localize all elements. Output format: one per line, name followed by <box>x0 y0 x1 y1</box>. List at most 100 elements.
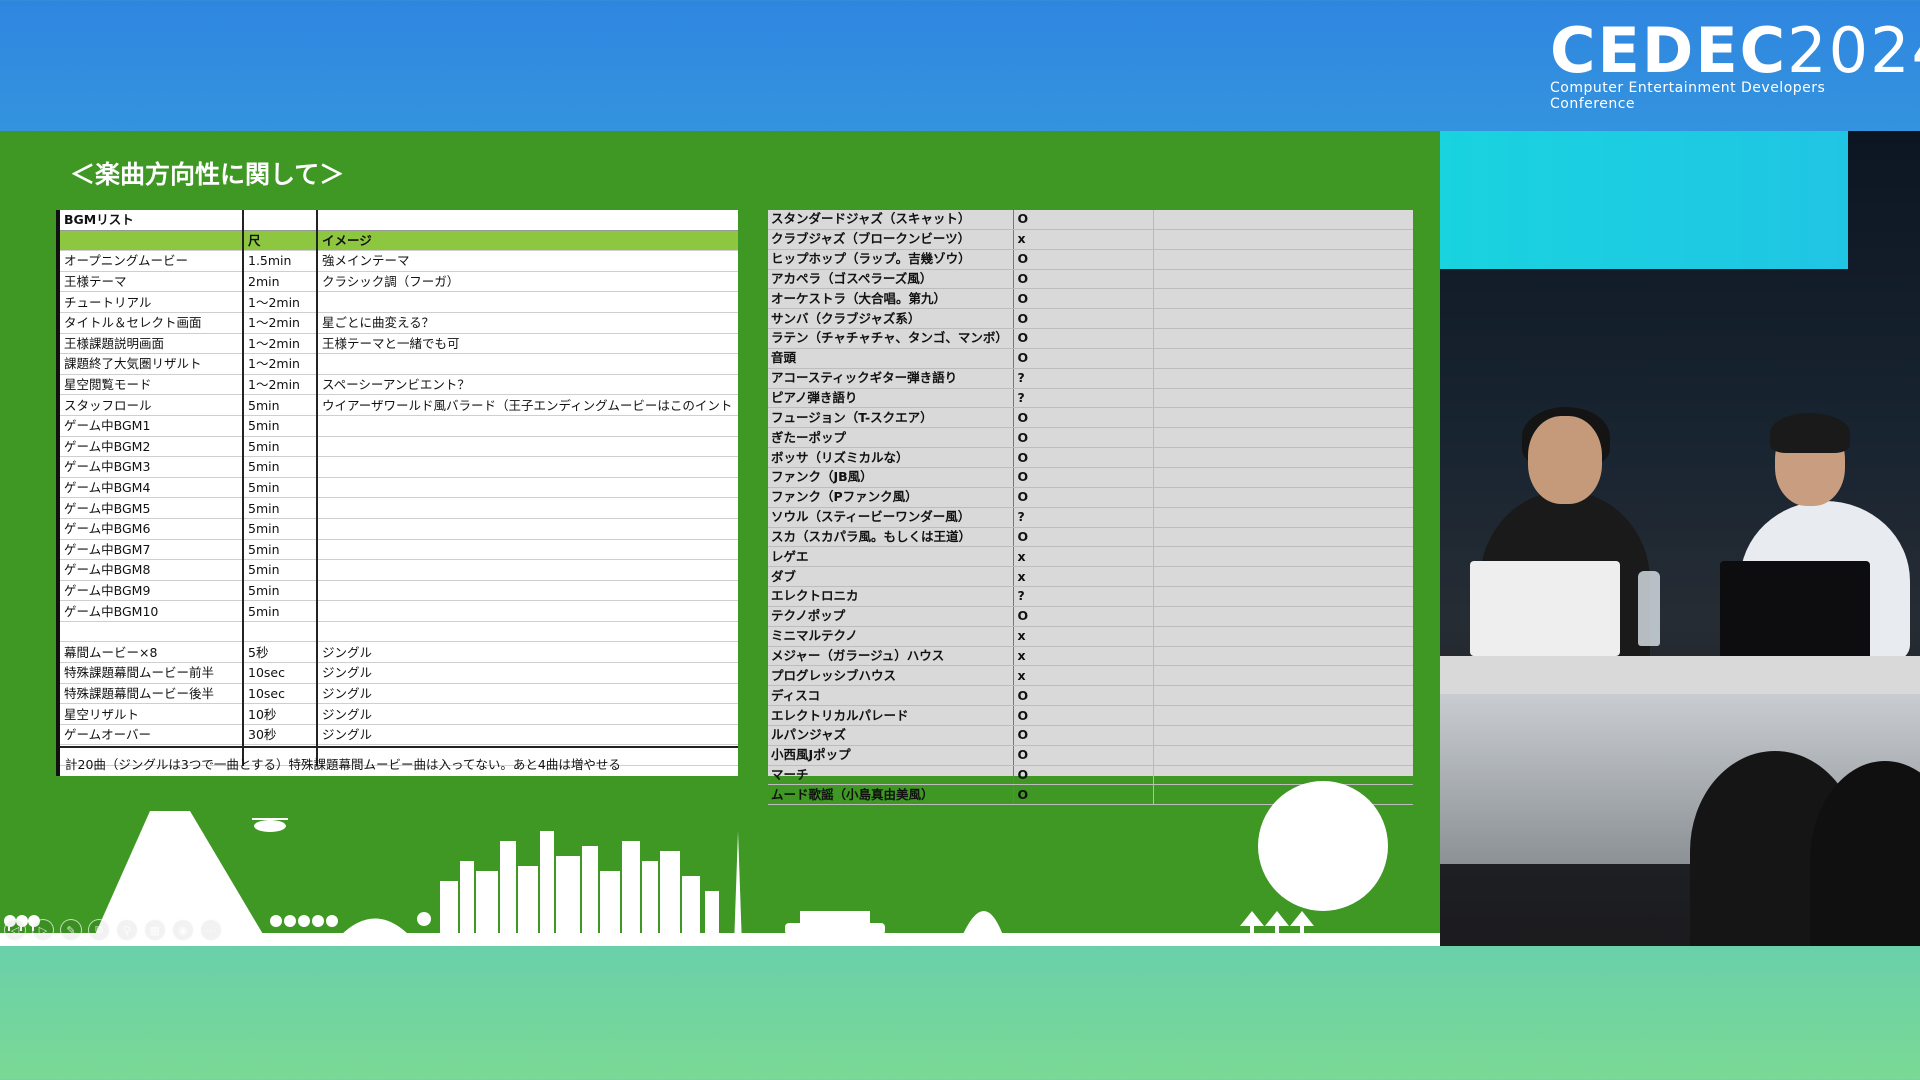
table-row: 星空閲覧モード 1〜2min スペーシーアンビエント？ <box>60 374 738 396</box>
song-name-cell: スタッフロール <box>60 394 243 416</box>
genre-mark-cell: O <box>1012 210 1153 230</box>
genre-name-cell: ファンク（JB風） <box>768 467 1013 488</box>
genre-name-cell: スタンダードジャズ（スキャット） <box>768 210 1013 230</box>
genre-mark-cell: x <box>1012 665 1153 687</box>
table-row: クラブジャズ（ブロークンビーツ） x <box>768 229 1413 250</box>
table-row: ゲーム中BGM1 5min <box>60 415 738 437</box>
song-name-cell: 星空閲覧モード <box>60 374 243 396</box>
table-row: レゲエ x <box>768 546 1413 568</box>
table-row: 特殊課題幕間ムービー後半 10sec ジングル <box>60 683 738 705</box>
table-row: 星空リザルト 10秒 ジングル <box>60 703 738 725</box>
genre-name-cell: 音頭 <box>768 348 1013 369</box>
table-row: スカ（スカパラ風。もしくは王道） O <box>768 527 1413 548</box>
image-cell: 星ごとに曲変える？ <box>316 312 738 334</box>
genre-name-cell: ダブ <box>768 566 1013 588</box>
genre-name-cell: ルパンジャズ <box>768 725 1013 746</box>
image-cell <box>316 436 738 458</box>
image-cell <box>316 291 738 313</box>
table-row: テクノポップ O <box>768 606 1413 627</box>
genre-mark-cell: ? <box>1012 368 1153 389</box>
cedec-logo: CEDEC2024 Computer Entertainment Develop… <box>1550 14 1920 113</box>
table-row: ゲームオーバー 30秒 ジングル <box>60 724 738 746</box>
song-name-cell: オープニングムービー <box>60 250 243 272</box>
table-row: フュージョン（T-スクエア） O <box>768 407 1413 429</box>
length-cell: 5min <box>242 415 317 437</box>
grid-icon[interactable]: ▦ <box>144 919 166 941</box>
length-cell: 10sec <box>242 683 317 705</box>
genre-mark-cell: O <box>1012 685 1153 707</box>
image-cell: 強メインテーマ <box>316 250 738 272</box>
table-row: ゲーム中BGM3 5min <box>60 456 738 478</box>
desk-top <box>1440 656 1920 694</box>
laptop-white <box>1470 561 1620 656</box>
table-row: ゲーム中BGM9 5min <box>60 580 738 602</box>
song-name-cell: ゲーム中BGM5 <box>60 497 243 519</box>
length-cell: 5min <box>242 518 317 540</box>
logo-mark: CEDEC2024 <box>1550 14 1920 87</box>
genre-name-cell: ラテン（チャチャチャ、タンゴ、マンボ） <box>768 328 1013 349</box>
song-name-cell <box>60 621 243 643</box>
next-icon[interactable]: ▷ <box>32 919 54 941</box>
table-row: ディスコ O <box>768 685 1413 707</box>
length-cell <box>242 621 317 643</box>
prev-icon[interactable]: ◁ <box>4 919 26 941</box>
table-row: ゲーム中BGM6 5min <box>60 518 738 540</box>
copy-icon[interactable]: ⧉ <box>88 919 110 941</box>
genre-mark-cell: x <box>1012 229 1153 250</box>
genre-name-cell: ディスコ <box>768 685 1013 707</box>
genre-name-cell: ソウル（スティービーワンダー風） <box>768 507 1013 528</box>
genre-mark-cell: O <box>1012 249 1153 270</box>
genre-name-cell: スカ（スカパラ風。もしくは王道） <box>768 527 1013 548</box>
genre-name-cell: プログレッシブハウス <box>768 665 1013 687</box>
genre-mark-cell: O <box>1012 348 1153 369</box>
table-row: ゲーム中BGM4 5min <box>60 477 738 499</box>
genre-mark-cell: O <box>1012 745 1153 766</box>
genre-mark-cell: ? <box>1012 507 1153 528</box>
song-name-cell: チュートリアル <box>60 291 243 313</box>
pen-icon[interactable]: ✎ <box>60 919 82 941</box>
genre-name-cell: ファンク（Pファンク風） <box>768 487 1013 508</box>
table-row: メジャー（ガラージュ）ハウス x <box>768 646 1413 667</box>
bgm-table-title-row: BGMリスト <box>60 210 738 231</box>
table-row: サンバ（クラブジャズ系） O <box>768 308 1413 330</box>
zoom-icon[interactable]: ⚲ <box>116 919 138 941</box>
song-name-cell: 王様テーマ <box>60 271 243 293</box>
song-name-cell: ゲーム中BGM4 <box>60 477 243 499</box>
table-row: ダブ x <box>768 566 1413 588</box>
length-cell: 5min <box>242 580 317 602</box>
genre-mark-cell: O <box>1012 269 1153 290</box>
genre-mark-cell: O <box>1012 705 1153 726</box>
table-row: ぎたーポップ O <box>768 427 1413 449</box>
length-cell: 5min <box>242 497 317 519</box>
length-cell: 5秒 <box>242 641 317 664</box>
table-row: ヒップホップ（ラップ。吉幾ゾウ） O <box>768 249 1413 270</box>
water-bottle <box>1638 571 1660 646</box>
song-name-cell: 幕間ムービー×8 <box>60 641 243 664</box>
table-row: 幕間ムービー×8 5秒 ジングル <box>60 641 738 664</box>
genre-mark-cell: O <box>1012 447 1153 468</box>
length-cell: 1〜2min <box>242 353 317 375</box>
slide-title: ＜楽曲方向性に関して＞ <box>70 160 345 189</box>
genre-name-cell: アコースティックギター弾き語り <box>768 368 1013 389</box>
bgm-list-table: BGMリスト 尺 イメージ オープニングムービー 1.5min 強メインテーマ 王様テ… <box>56 210 738 776</box>
song-name-cell: 特殊課題幕間ムービー前半 <box>60 662 243 684</box>
genre-mark-cell: O <box>1012 487 1153 508</box>
genre-name-cell: ボッサ（リズミカルな） <box>768 447 1013 468</box>
presentation-toolbar: ◁ ▷ ✎ ⧉ ⚲ ▦ ◉ ⋯ <box>4 919 222 941</box>
table-row: ゲーム中BGM2 5min <box>60 436 738 458</box>
table-row: アカペラ（ゴスペラーズ風） O <box>768 269 1413 290</box>
header-cell-image: イメージ <box>316 230 738 252</box>
more-icon[interactable]: ⋯ <box>200 919 222 941</box>
genre-name-cell: フュージョン（T-スクエア） <box>768 407 1013 429</box>
laptop-black <box>1720 561 1870 661</box>
table-row: ミニマルテクノ x <box>768 626 1413 647</box>
table-row: ボッサ（リズミカルな） O <box>768 447 1413 468</box>
length-cell: 1〜2min <box>242 291 317 313</box>
image-cell: ジングル <box>316 641 738 664</box>
table-row: ファンク（JB風） O <box>768 467 1413 488</box>
camera-icon[interactable]: ◉ <box>172 919 194 941</box>
genre-mark-cell: x <box>1012 546 1153 568</box>
table-row: ファンク（Pファンク風） O <box>768 487 1413 508</box>
genre-mark-cell: x <box>1012 626 1153 647</box>
song-name-cell: タイトル＆セレクト画面 <box>60 312 243 334</box>
